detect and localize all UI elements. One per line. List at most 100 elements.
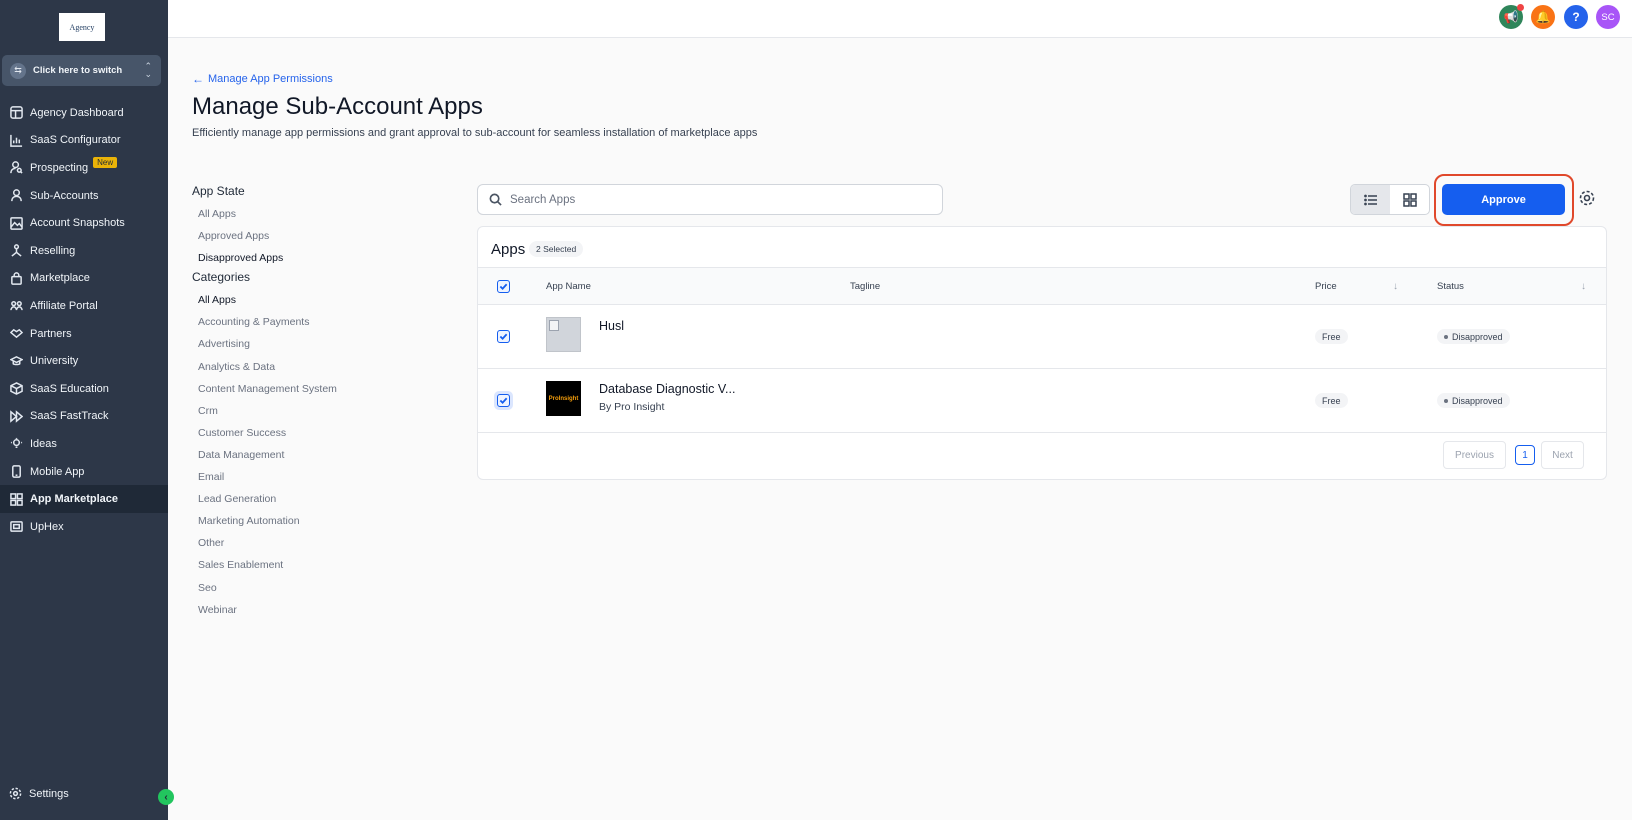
search-input[interactable]: Search Apps bbox=[477, 184, 943, 215]
snapshot-icon bbox=[9, 216, 23, 230]
arrow-left-icon: ← bbox=[192, 72, 204, 86]
back-link[interactable]: ← Manage App Permissions bbox=[192, 72, 333, 86]
filter-approved-apps[interactable]: Approved Apps bbox=[192, 225, 452, 247]
sidebar-item-agency-dashboard[interactable]: Agency Dashboard bbox=[0, 99, 168, 127]
select-all-checkbox[interactable] bbox=[497, 280, 510, 293]
sidebar-item-sub-accounts[interactable]: Sub-Accounts bbox=[0, 182, 168, 210]
table-row[interactable]: Husl Free Disapproved bbox=[478, 305, 1606, 369]
sidebar-item-label: App Marketplace bbox=[30, 493, 119, 506]
sidebar-item-label: Mobile App bbox=[30, 465, 85, 478]
category-item[interactable]: Lead Generation bbox=[192, 488, 452, 510]
announcement-button[interactable]: 📢 bbox=[1499, 4, 1524, 29]
account-switcher[interactable]: ⇆ Click here to switch ⌃ ⌄ bbox=[2, 55, 161, 86]
sidebar-item-app-marketplace[interactable]: App Marketplace bbox=[0, 485, 168, 513]
filters-panel: App State All Apps Approved Apps Disappr… bbox=[192, 184, 452, 621]
check-icon bbox=[499, 397, 508, 405]
status-dot bbox=[1444, 334, 1448, 339]
settings-button[interactable] bbox=[1578, 189, 1596, 207]
chevron-updown-icon: ⌃ ⌄ bbox=[144, 61, 152, 79]
previous-page-button[interactable]: Previous bbox=[1443, 441, 1506, 469]
category-item[interactable]: Content Management System bbox=[192, 378, 452, 400]
sidebar: Agency ⇆ Click here to switch ⌃ ⌄ Agency … bbox=[0, 0, 168, 820]
dashboard-icon bbox=[9, 106, 23, 120]
sidebar-item-label: University bbox=[30, 355, 79, 368]
sidebar-item-saas-fasttrack[interactable]: SaaS FastTrack bbox=[0, 403, 168, 431]
grid-view-button[interactable] bbox=[1390, 185, 1429, 214]
view-toggle bbox=[1350, 184, 1430, 215]
sidebar-item-affiliate-portal[interactable]: Affiliate Portal bbox=[0, 292, 168, 320]
broken-image-icon bbox=[549, 320, 559, 331]
sidebar-item-label: Account Snapshots bbox=[30, 217, 125, 230]
row-checkbox[interactable] bbox=[497, 394, 510, 407]
page-number-button[interactable]: 1 bbox=[1515, 445, 1535, 465]
search-placeholder: Search Apps bbox=[510, 193, 576, 206]
category-item[interactable]: Crm bbox=[192, 400, 452, 422]
sidebar-item-settings[interactable]: Settings bbox=[9, 787, 69, 800]
filter-all-apps[interactable]: All Apps bbox=[192, 203, 452, 225]
category-item[interactable]: Data Management bbox=[192, 444, 452, 466]
sidebar-item-reselling[interactable]: Reselling bbox=[0, 237, 168, 265]
category-item[interactable]: Customer Success bbox=[192, 422, 452, 444]
sidebar-item-label: Prospecting bbox=[30, 161, 89, 174]
top-bar: 📢 🔔 ? SC bbox=[168, 0, 1632, 38]
price-badge: Free bbox=[1315, 329, 1348, 344]
sort-arrow-icon[interactable]: ↓ bbox=[1581, 281, 1586, 292]
categories-heading: Categories bbox=[192, 270, 251, 285]
affiliate-icon bbox=[9, 299, 23, 313]
filter-disapproved-apps[interactable]: Disapproved Apps bbox=[192, 247, 452, 269]
sidebar-item-university[interactable]: University bbox=[0, 347, 168, 375]
sidebar-item-marketplace[interactable]: Marketplace bbox=[0, 265, 168, 293]
page-title: Manage Sub-Account Apps bbox=[192, 93, 483, 120]
sidebar-item-saas-education[interactable]: SaaS Education bbox=[0, 375, 168, 403]
category-item[interactable]: Advertising bbox=[192, 333, 452, 355]
bag-icon bbox=[9, 271, 23, 285]
col-price[interactable]: Price bbox=[1315, 281, 1337, 292]
category-item[interactable]: Email bbox=[192, 466, 452, 488]
table-row[interactable]: ProInsight Database Diagnostic V... By P… bbox=[478, 369, 1606, 433]
agency-logo[interactable]: Agency bbox=[59, 13, 105, 41]
sidebar-item-label: SaaS Education bbox=[30, 382, 109, 395]
sort-arrow-icon[interactable]: ↓ bbox=[1393, 281, 1398, 292]
status-dot bbox=[1444, 398, 1448, 403]
price-badge: Free bbox=[1315, 393, 1348, 408]
settings-label: Settings bbox=[29, 787, 69, 800]
switcher-label: Click here to switch bbox=[33, 65, 123, 76]
category-item[interactable]: Marketing Automation bbox=[192, 510, 452, 532]
selected-badge: 2 Selected bbox=[529, 241, 584, 257]
card-title: Apps bbox=[491, 241, 526, 258]
cube-icon bbox=[9, 382, 23, 396]
approve-button[interactable]: Approve bbox=[1442, 184, 1565, 215]
sidebar-item-uphex[interactable]: UpHex bbox=[0, 513, 168, 541]
category-item[interactable]: Webinar bbox=[192, 599, 452, 621]
category-item[interactable]: Seo bbox=[192, 577, 452, 599]
category-item[interactable]: All Apps bbox=[192, 289, 452, 311]
list-view-button[interactable] bbox=[1351, 185, 1390, 214]
user-avatar[interactable]: SC bbox=[1596, 5, 1620, 29]
app-logo: ProInsight bbox=[546, 381, 581, 416]
sidebar-item-ideas[interactable]: Ideas bbox=[0, 430, 168, 458]
sidebar-item-mobile-app[interactable]: Mobile App bbox=[0, 458, 168, 486]
sidebar-item-saas-configurator[interactable]: SaaS Configurator bbox=[0, 127, 168, 155]
mobile-icon bbox=[9, 465, 23, 479]
col-status[interactable]: Status bbox=[1437, 281, 1464, 292]
next-page-button[interactable]: Next bbox=[1541, 441, 1584, 469]
col-tagline: Tagline bbox=[850, 281, 881, 292]
sidebar-item-account-snapshots[interactable]: Account Snapshots bbox=[0, 209, 168, 237]
row-checkbox[interactable] bbox=[497, 330, 510, 343]
category-item[interactable]: Sales Enablement bbox=[192, 554, 452, 576]
back-link-label: Manage App Permissions bbox=[208, 73, 333, 85]
category-item[interactable]: Accounting & Payments bbox=[192, 311, 452, 333]
sidebar-item-partners[interactable]: Partners bbox=[0, 320, 168, 348]
category-item[interactable]: Other bbox=[192, 532, 452, 554]
search-icon bbox=[489, 193, 502, 206]
sidebar-item-prospecting[interactable]: Prospecting New bbox=[0, 154, 168, 182]
user-icon bbox=[9, 189, 23, 203]
collapse-sidebar-button[interactable]: ‹ bbox=[158, 789, 174, 805]
table-header: App Name Tagline Price ↓ Status ↓ bbox=[478, 267, 1606, 305]
logo-text: Agency bbox=[69, 22, 95, 32]
help-button[interactable]: ? bbox=[1564, 5, 1588, 29]
handshake-icon bbox=[9, 327, 23, 341]
app-name: Husl bbox=[599, 319, 625, 333]
notifications-button[interactable]: 🔔 bbox=[1531, 5, 1555, 29]
category-item[interactable]: Analytics & Data bbox=[192, 356, 452, 378]
